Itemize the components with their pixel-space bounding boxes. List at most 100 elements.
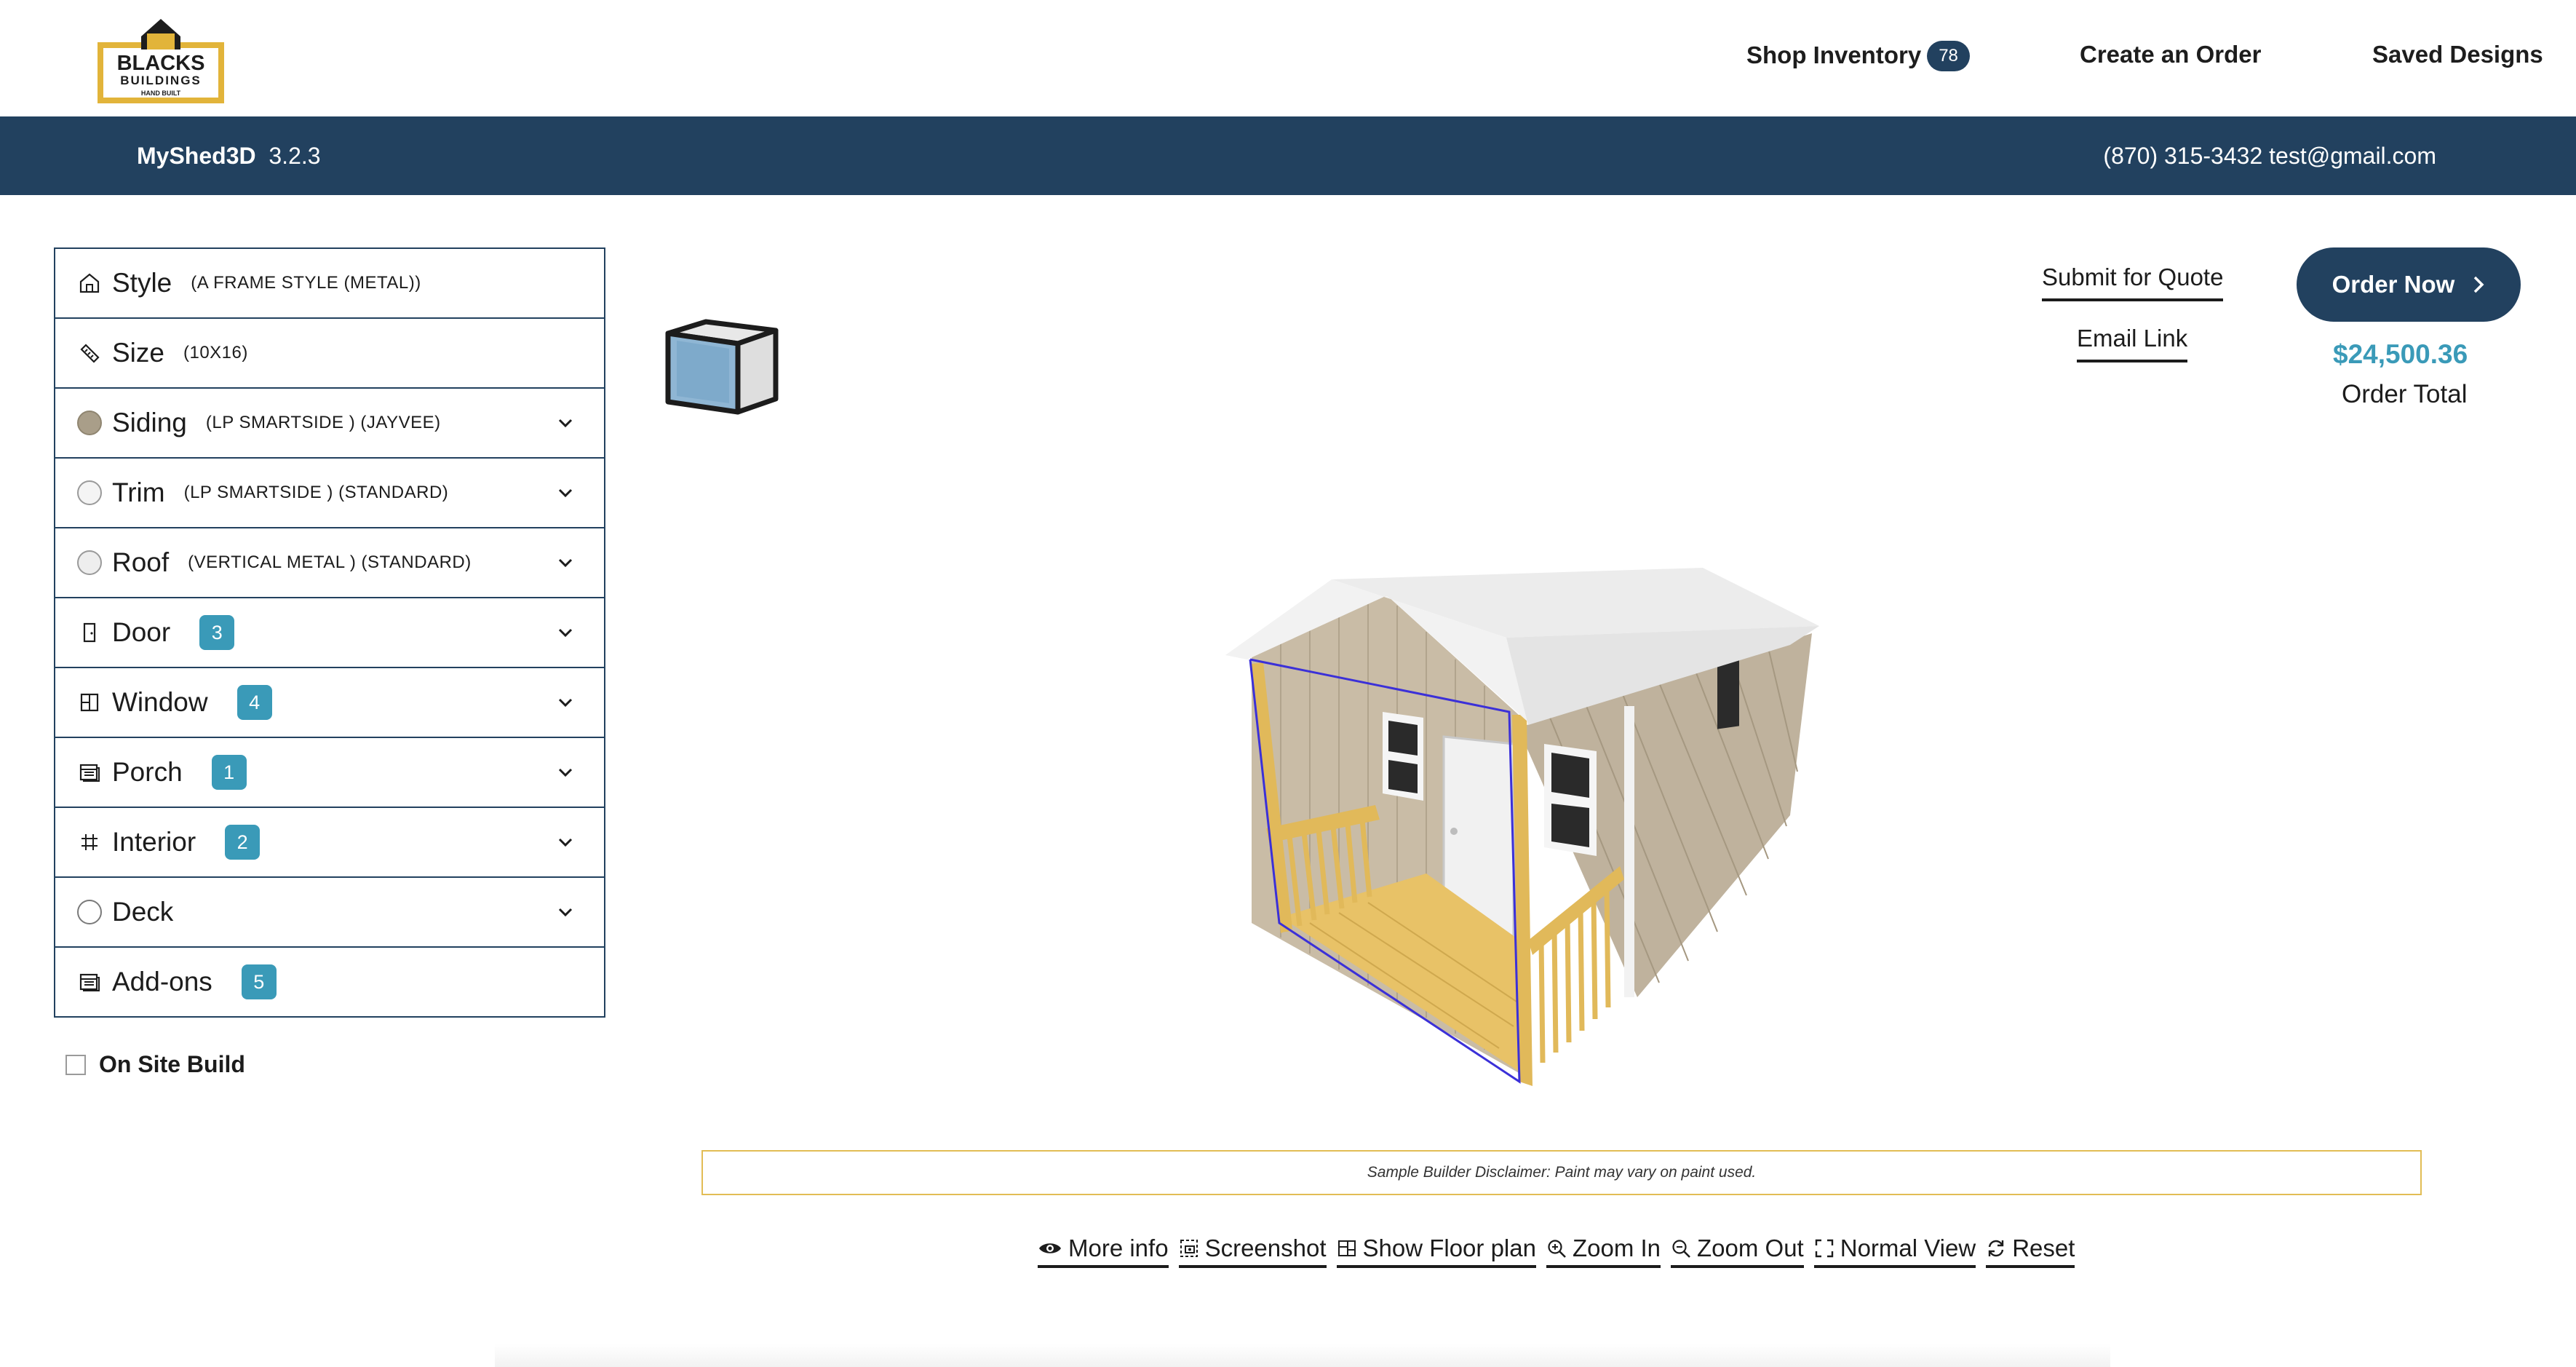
chevron-down-icon xyxy=(558,419,573,428)
contact-email: test@gmail.com xyxy=(2269,143,2436,169)
floor-plan-icon xyxy=(1337,1240,1356,1256)
porch-count-badge: 1 xyxy=(211,755,247,790)
email-link[interactable]: Email Link xyxy=(2077,325,2188,362)
deck-circle-icon xyxy=(77,900,102,924)
bottom-fade xyxy=(495,1344,2110,1367)
option-size-value: (10X16) xyxy=(183,343,248,362)
siding-color-swatch-icon xyxy=(77,411,102,435)
ruler-icon xyxy=(77,341,102,365)
zoom-in-label: Zoom In xyxy=(1572,1235,1661,1261)
zoom-out-icon xyxy=(1672,1240,1690,1258)
option-porch-label: Porch xyxy=(112,757,183,787)
option-deck[interactable]: Deck xyxy=(55,878,604,948)
option-door[interactable]: Door 3 xyxy=(55,598,604,668)
order-total-price: $24,500.36 xyxy=(2333,339,2468,369)
chevron-down-icon xyxy=(558,838,573,847)
inventory-count-badge: 78 xyxy=(1927,41,1970,71)
on-site-build-checkbox[interactable] xyxy=(65,1054,86,1075)
trim-color-swatch-icon xyxy=(77,480,102,505)
house-icon xyxy=(77,271,102,296)
order-total-label: Order Total xyxy=(2342,380,2468,408)
on-site-build-label: On Site Build xyxy=(99,1051,245,1077)
zoom-out-button[interactable]: Zoom Out xyxy=(1671,1235,1804,1268)
normal-view-label: Normal View xyxy=(1840,1235,1976,1261)
option-size[interactable]: Size (10X16) xyxy=(55,319,604,389)
nav-shop-inventory-label: Shop Inventory xyxy=(1746,41,1922,68)
zoom-out-label: Zoom Out xyxy=(1697,1235,1804,1261)
app-brand: MyShed3D 3.2.3 xyxy=(137,143,321,170)
order-now-label: Order Now xyxy=(2331,271,2455,298)
option-siding-label: Siding xyxy=(112,408,187,437)
chevron-down-icon xyxy=(558,698,573,708)
shed-3d-viewer[interactable] xyxy=(1208,553,1834,1106)
svg-text:BLACKS: BLACKS xyxy=(117,52,205,75)
screenshot-label: Screenshot xyxy=(1204,1235,1327,1261)
grid-icon xyxy=(77,830,102,855)
window-icon xyxy=(77,690,102,715)
show-floor-plan-label: Show Floor plan xyxy=(1362,1235,1536,1261)
submit-for-quote-link[interactable]: Submit for Quote xyxy=(2042,264,2224,301)
nav-create-order[interactable]: Create an Order xyxy=(2080,41,2261,68)
on-site-build: On Site Build xyxy=(65,1051,245,1078)
option-roof-value: (VERTICAL METAL ) (STANDARD) xyxy=(188,552,472,572)
option-style[interactable]: Style (A FRAME STYLE (METAL)) xyxy=(55,249,604,319)
view-cube-icon[interactable] xyxy=(661,309,783,419)
disclaimer-banner: Sample Builder Disclaimer: Paint may var… xyxy=(701,1150,2422,1195)
door-icon xyxy=(77,620,102,645)
svg-text:BUILDINGS: BUILDINGS xyxy=(120,74,202,87)
nav-shop-inventory[interactable]: Shop Inventory 78 xyxy=(1746,41,1970,71)
option-size-label: Size xyxy=(112,338,164,368)
chevron-down-icon xyxy=(558,488,573,498)
roof-color-swatch-icon xyxy=(77,550,102,575)
svg-text:HAND BUILT: HAND BUILT xyxy=(141,90,181,97)
option-siding[interactable]: Siding (LP SMARTSIDE ) (JAYVEE) xyxy=(55,389,604,459)
order-now-button[interactable]: Order Now xyxy=(2297,247,2521,322)
addons-icon xyxy=(77,970,102,994)
screenshot-button[interactable]: Screenshot xyxy=(1178,1235,1327,1268)
option-roof-label: Roof xyxy=(112,547,170,577)
zoom-in-button[interactable]: Zoom In xyxy=(1546,1235,1661,1268)
contact-info: (870) 315-3432 test@gmail.com xyxy=(2103,143,2436,170)
option-add-ons-label: Add-ons xyxy=(112,967,212,996)
option-interior[interactable]: Interior 2 xyxy=(55,808,604,878)
fullscreen-icon xyxy=(1815,1239,1833,1258)
show-floor-plan-button[interactable]: Show Floor plan xyxy=(1336,1235,1536,1268)
app-version: 3.2.3 xyxy=(269,143,321,169)
option-porch[interactable]: Porch 1 xyxy=(55,738,604,808)
more-info-button[interactable]: More info xyxy=(1038,1235,1169,1268)
app-name: MyShed3D xyxy=(137,143,256,169)
option-interior-label: Interior xyxy=(112,827,196,857)
option-window[interactable]: Window 4 xyxy=(55,668,604,738)
window-count-badge: 4 xyxy=(236,685,272,720)
chevron-down-icon xyxy=(558,628,573,638)
option-style-label: Style xyxy=(112,268,172,298)
option-window-label: Window xyxy=(112,687,208,717)
blacks-buildings-logo[interactable]: BLACKS BUILDINGS HAND BUILT xyxy=(96,12,226,105)
refresh-icon xyxy=(1988,1240,2004,1257)
app-info-bar: MyShed3D 3.2.3 (870) 315-3432 test@gmail… xyxy=(0,116,2576,195)
zoom-in-icon xyxy=(1548,1240,1566,1258)
more-info-label: More info xyxy=(1068,1235,1169,1261)
option-trim[interactable]: Trim (LP SMARTSIDE ) (STANDARD) xyxy=(55,459,604,528)
chevron-right-icon xyxy=(2474,276,2484,293)
option-trim-value: (LP SMARTSIDE ) (STANDARD) xyxy=(183,483,449,502)
option-siding-value: (LP SMARTSIDE ) (JAYVEE) xyxy=(205,413,441,432)
contact-phone: (870) 315-3432 xyxy=(2103,143,2263,169)
door-count-badge: 3 xyxy=(199,615,235,650)
option-style-value: (A FRAME STYLE (METAL)) xyxy=(191,273,421,293)
reset-label: Reset xyxy=(2012,1235,2075,1261)
reset-button[interactable]: Reset xyxy=(1986,1235,2075,1268)
normal-view-button[interactable]: Normal View xyxy=(1813,1235,1976,1268)
option-trim-label: Trim xyxy=(112,478,165,507)
chevron-down-icon xyxy=(558,768,573,777)
option-add-ons[interactable]: Add-ons 5 xyxy=(55,948,604,1016)
porch-icon xyxy=(77,760,102,785)
nav-saved-designs[interactable]: Saved Designs xyxy=(2372,41,2543,68)
add-ons-count-badge: 5 xyxy=(241,964,277,999)
screenshot-icon xyxy=(1180,1240,1198,1257)
eye-icon xyxy=(1039,1243,1061,1253)
top-navbar: BLACKS BUILDINGS HAND BUILT Shop Invento… xyxy=(0,0,2576,116)
chevron-down-icon xyxy=(558,558,573,568)
option-roof[interactable]: Roof (VERTICAL METAL ) (STANDARD) xyxy=(55,528,604,598)
option-deck-label: Deck xyxy=(112,897,174,927)
